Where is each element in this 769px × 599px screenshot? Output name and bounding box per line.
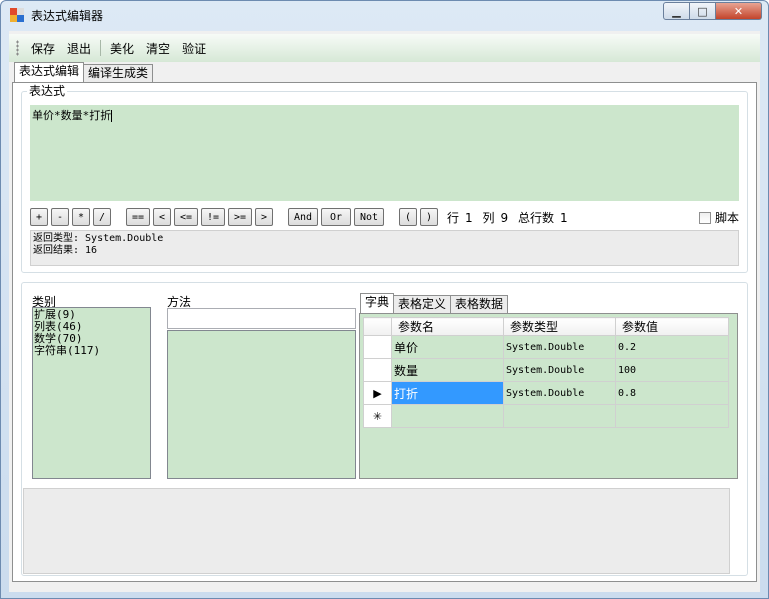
- equals-button[interactable]: ==: [126, 208, 150, 226]
- category-list[interactable]: 扩展(9) 列表(46) 数学(70) 字符串(117): [32, 307, 151, 479]
- column-header-value[interactable]: 参数值: [615, 317, 729, 336]
- text-caret: [111, 110, 113, 122]
- maximize-icon: □: [697, 4, 708, 18]
- list-item[interactable]: 字符串(117): [34, 345, 149, 357]
- toolbar-separator: [100, 40, 102, 56]
- cell-name[interactable]: [391, 404, 504, 428]
- row-header[interactable]: [363, 358, 392, 382]
- total-value: 1: [559, 210, 568, 225]
- method-search-input[interactable]: [167, 308, 356, 329]
- cell-name[interactable]: 单价: [391, 335, 504, 359]
- cell-type[interactable]: System.Double: [503, 381, 616, 405]
- total-label: 总行数: [517, 210, 554, 225]
- close-icon: ✕: [733, 4, 744, 18]
- window-title: 表达式编辑器: [31, 9, 104, 23]
- current-row-arrow-icon[interactable]: ▶: [363, 381, 392, 405]
- cell-type[interactable]: System.Double: [503, 358, 616, 382]
- toolbar: 保存 退出 美化 清空 验证: [9, 34, 760, 62]
- and-button[interactable]: And: [288, 208, 318, 226]
- tab-expression-edit[interactable]: 表达式编辑: [14, 62, 85, 82]
- script-checkbox[interactable]: [698, 211, 711, 224]
- beautify-button[interactable]: 美化: [104, 40, 140, 57]
- not-button[interactable]: Not: [354, 208, 384, 226]
- cell-value[interactable]: 100: [615, 358, 729, 382]
- script-checkbox-wrap[interactable]: 脚本: [698, 209, 739, 226]
- minimize-button[interactable]: ▁: [663, 2, 690, 20]
- row-label: 行: [447, 210, 460, 225]
- row-value: 1: [465, 210, 473, 225]
- table-row[interactable]: ▶ 打折 System.Double 0.8: [363, 381, 729, 405]
- description-box: [23, 488, 730, 574]
- app-icon: [10, 8, 24, 22]
- new-row-asterisk-icon[interactable]: ✳: [363, 404, 392, 428]
- tab-compile-class[interactable]: 编译生成类: [83, 64, 154, 82]
- return-result-line: 返回结果: 16: [33, 245, 98, 256]
- script-label: 脚本: [714, 211, 739, 225]
- less-than-button[interactable]: <: [153, 208, 171, 226]
- maximize-button[interactable]: □: [690, 2, 716, 20]
- minus-button[interactable]: -: [51, 208, 69, 226]
- cell-value[interactable]: 0.2: [615, 335, 729, 359]
- expression-text: 单价*数量*打折: [32, 109, 112, 122]
- window-controls: ▁ □ ✕: [663, 2, 762, 22]
- client-area: 保存 退出 美化 清空 验证 表达式编辑 编译生成类 表达式 单价*数量*打折 …: [9, 31, 760, 592]
- minimize-icon: ▁: [672, 4, 681, 18]
- save-button[interactable]: 保存: [25, 40, 61, 57]
- return-type-line: 返回类型: System.Double: [33, 233, 164, 244]
- cell-type[interactable]: System.Double: [503, 335, 616, 359]
- table-row[interactable]: 数量 System.Double 100: [363, 358, 729, 382]
- cursor-status: 行1 列9 总行数 1: [447, 209, 574, 226]
- operator-row: + - * / == < <= != >= > And Or Not () 行…: [30, 207, 739, 227]
- main-tabs: 表达式编辑 编译生成类: [14, 62, 154, 82]
- or-button[interactable]: Or: [321, 208, 351, 226]
- title-bar[interactable]: 表达式编辑器 ▁ □ ✕: [1, 1, 768, 29]
- tab-table-definition[interactable]: 表格定义: [393, 295, 452, 313]
- multiply-button[interactable]: *: [72, 208, 90, 226]
- expression-group: 表达式 单价*数量*打折 + - * / == < <= != >= > And: [21, 84, 748, 273]
- table-row[interactable]: 单价 System.Double 0.2: [363, 335, 729, 359]
- grid-corner: [363, 317, 392, 336]
- plus-button[interactable]: +: [30, 208, 48, 226]
- clear-button[interactable]: 清空: [140, 40, 176, 57]
- close-paren-button[interactable]: ): [420, 208, 438, 226]
- col-value: 9: [500, 210, 509, 225]
- column-header-type[interactable]: 参数类型: [503, 317, 616, 336]
- row-header[interactable]: [363, 335, 392, 359]
- tab-dictionary[interactable]: 字典: [360, 293, 395, 313]
- not-equal-button[interactable]: !=: [201, 208, 225, 226]
- cell-value[interactable]: 0.8: [615, 381, 729, 405]
- expression-editor[interactable]: 单价*数量*打折: [30, 105, 739, 201]
- grid-header-row: 参数名 参数类型 参数值: [363, 317, 729, 336]
- col-label: 列: [482, 210, 495, 225]
- column-header-name[interactable]: 参数名: [391, 317, 504, 336]
- open-paren-button[interactable]: (: [399, 208, 417, 226]
- cell-value[interactable]: [615, 404, 729, 428]
- new-row[interactable]: ✳: [363, 404, 729, 428]
- greater-than-button[interactable]: >: [255, 208, 273, 226]
- cell-name[interactable]: 数量: [391, 358, 504, 382]
- less-equal-button[interactable]: <=: [174, 208, 198, 226]
- parameter-grid: 参数名 参数类型 参数值 单价 System.Double 0.2 数量 Sys…: [363, 317, 729, 428]
- result-output: 返回类型: System.Double 返回结果: 16: [30, 230, 739, 266]
- dictionary-tabs: 字典 表格定义 表格数据: [360, 293, 509, 313]
- cell-name-selected[interactable]: 打折: [391, 381, 504, 405]
- divide-button[interactable]: /: [93, 208, 111, 226]
- expression-tab-panel: 表达式 单价*数量*打折 + - * / == < <= != >= > And: [12, 82, 757, 582]
- validate-button[interactable]: 验证: [176, 40, 212, 57]
- tab-table-data[interactable]: 表格数据: [450, 295, 509, 313]
- dictionary-panel: 参数名 参数类型 参数值 单价 System.Double 0.2 数量 Sys…: [359, 313, 738, 479]
- exit-button[interactable]: 退出: [61, 40, 97, 57]
- method-list[interactable]: [167, 330, 356, 479]
- expression-group-label: 表达式: [27, 84, 68, 98]
- greater-equal-button[interactable]: >=: [228, 208, 252, 226]
- close-button[interactable]: ✕: [716, 2, 762, 20]
- toolbar-grip-icon[interactable]: [16, 40, 19, 56]
- cell-type[interactable]: [503, 404, 616, 428]
- main-window: 表达式编辑器 ▁ □ ✕ 保存 退出 美化 清空 验证 表达式编辑 编译生成类 …: [0, 0, 769, 599]
